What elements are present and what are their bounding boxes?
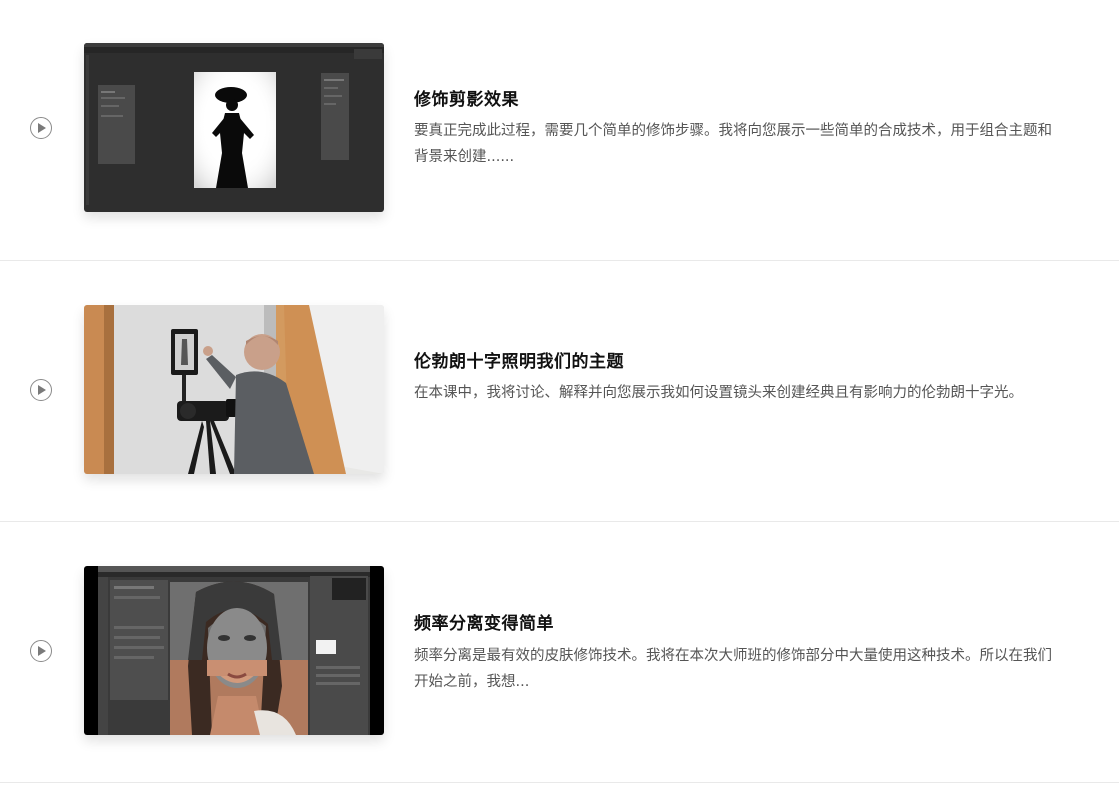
studio-camera-setup-thumbnail	[84, 305, 384, 474]
lesson-item[interactable]: 伦勃朗十字照明我们的主题 在本课中，我将讨论、解释并向您展示我如何设置镜头来创建…	[0, 261, 1119, 522]
lesson-description: 频率分离是最有效的皮肤修饰技术。我将在本次大师班的修饰部分中大量使用这种技术。所…	[414, 648, 1052, 690]
lesson-description: 在本课中，我将讨论、解释并向您展示我如何设置镜头来创建经典且有影响力的伦勃朗十字…	[414, 385, 1023, 401]
photoshop-silhouette-thumbnail	[84, 43, 384, 212]
lesson-item[interactable]: 频率分离变得简单 频率分离是最有效的皮肤修饰技术。我将在本次大师班的修饰部分中大…	[0, 522, 1119, 783]
play-circle-icon[interactable]	[30, 640, 52, 662]
lesson-title[interactable]: 修饰剪影效果	[414, 85, 519, 110]
lesson-description: 要真正完成此过程，需要几个简单的修饰步骤。我将向您展示一些简单的合成技术，用于组…	[414, 123, 1052, 165]
lesson-thumbnail[interactable]	[84, 43, 384, 212]
frequency-separation-thumbnail	[84, 566, 384, 735]
lesson-thumbnail[interactable]	[84, 566, 384, 735]
lesson-title[interactable]: 伦勃朗十字照明我们的主题	[414, 347, 624, 372]
lesson-title[interactable]: 频率分离变得简单	[414, 609, 554, 634]
play-circle-icon[interactable]	[30, 379, 52, 401]
play-circle-icon[interactable]	[30, 117, 52, 139]
lesson-thumbnail[interactable]	[84, 305, 384, 474]
lesson-item[interactable]: 修饰剪影效果 要真正完成此过程，需要几个简单的修饰步骤。我将向您展示一些简单的合…	[0, 0, 1119, 261]
